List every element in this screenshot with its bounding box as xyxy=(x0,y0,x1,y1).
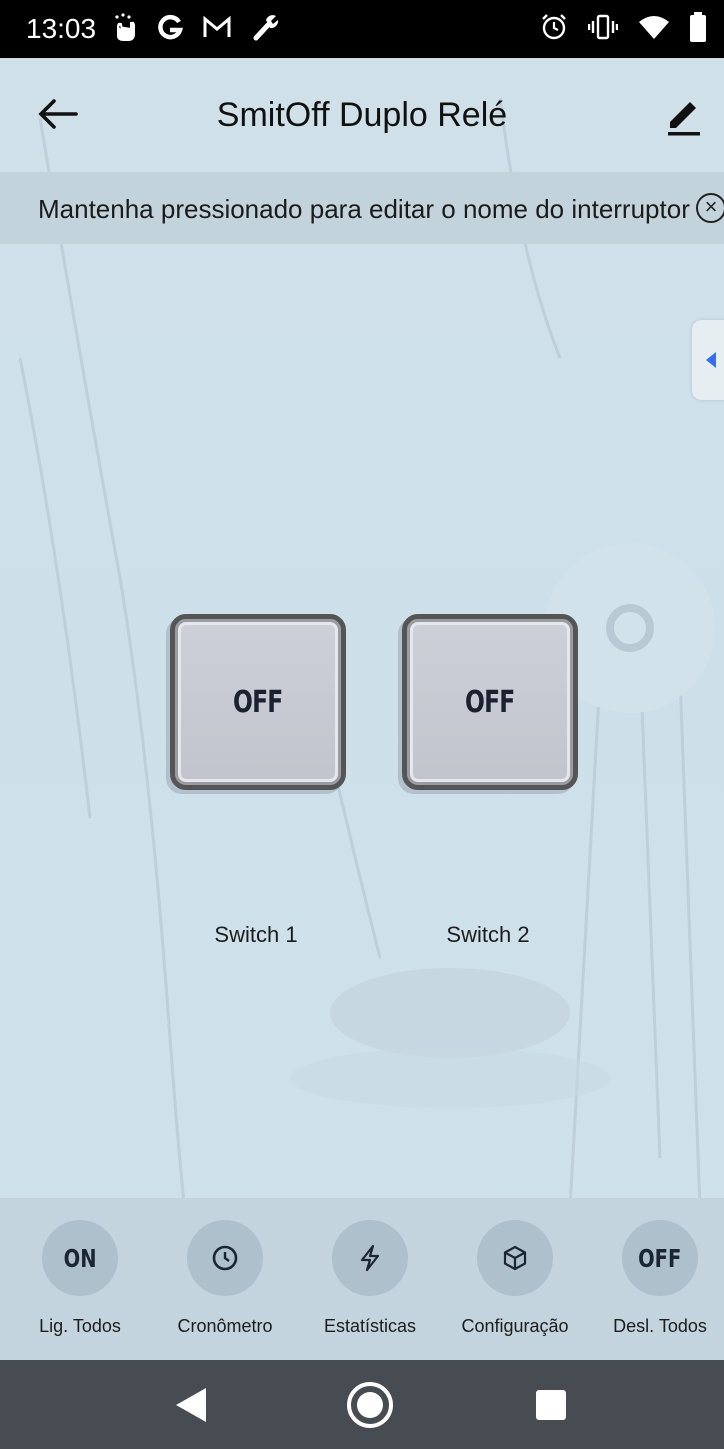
page-title: SmitOff Duplo Relé xyxy=(216,96,508,134)
chevron-left-icon xyxy=(706,352,716,368)
google-icon xyxy=(158,14,184,40)
switch-1-button[interactable]: OFF xyxy=(170,614,346,790)
status-time: 13:03 xyxy=(26,13,97,44)
system-nav-bar xyxy=(0,1360,724,1449)
statistics-button[interactable]: Estatísticas xyxy=(300,1220,440,1337)
notification-icons xyxy=(112,12,280,42)
hint-text: Mantenha pressionado para editar o nome … xyxy=(38,194,690,224)
close-hint-icon[interactable]: × xyxy=(696,193,724,223)
clock-icon xyxy=(187,1220,263,1296)
gmail-icon xyxy=(203,15,231,37)
background-decoration xyxy=(18,97,715,1359)
system-icons xyxy=(540,12,706,42)
settings-button[interactable]: Configuração xyxy=(445,1220,585,1337)
vibrate-icon xyxy=(588,14,618,40)
switch-2-state: OFF xyxy=(465,684,515,720)
lightning-icon xyxy=(332,1220,408,1296)
timer-button[interactable]: Cronômetro xyxy=(155,1220,295,1337)
side-panel-tab[interactable] xyxy=(692,320,724,400)
all-off-button[interactable]: OFF Desl. Todos xyxy=(590,1220,724,1337)
statistics-label: Estatísticas xyxy=(323,1316,417,1336)
all-on-label: Lig. Todos xyxy=(39,1316,121,1336)
recents-square-icon[interactable] xyxy=(535,1389,567,1421)
switch-1-state: OFF xyxy=(233,684,283,720)
all-on-button[interactable]: ON Lig. Todos xyxy=(10,1220,150,1337)
hand-icon xyxy=(115,13,135,41)
back-triangle-icon[interactable] xyxy=(174,1386,208,1424)
switch-2-button[interactable]: OFF xyxy=(402,614,578,790)
off-text-icon: OFF xyxy=(622,1220,698,1296)
on-text-icon: ON xyxy=(42,1220,118,1296)
switch-1-label[interactable]: Switch 1 xyxy=(166,922,346,948)
app-background xyxy=(0,58,724,1360)
status-bar: 13:03 xyxy=(0,0,724,58)
switch-2-label[interactable]: Switch 2 xyxy=(398,922,578,948)
wifi-icon xyxy=(639,16,669,39)
battery-icon xyxy=(690,12,706,42)
all-off-label: Desl. Todos xyxy=(613,1316,707,1336)
alarm-icon xyxy=(542,14,566,40)
timer-label: Cronômetro xyxy=(177,1316,273,1336)
cube-icon xyxy=(477,1220,553,1296)
settings-label: Configuração xyxy=(461,1316,569,1336)
home-circle-icon[interactable] xyxy=(346,1381,394,1429)
wrench-icon xyxy=(253,15,279,41)
edit-pencil-icon[interactable] xyxy=(662,92,706,136)
